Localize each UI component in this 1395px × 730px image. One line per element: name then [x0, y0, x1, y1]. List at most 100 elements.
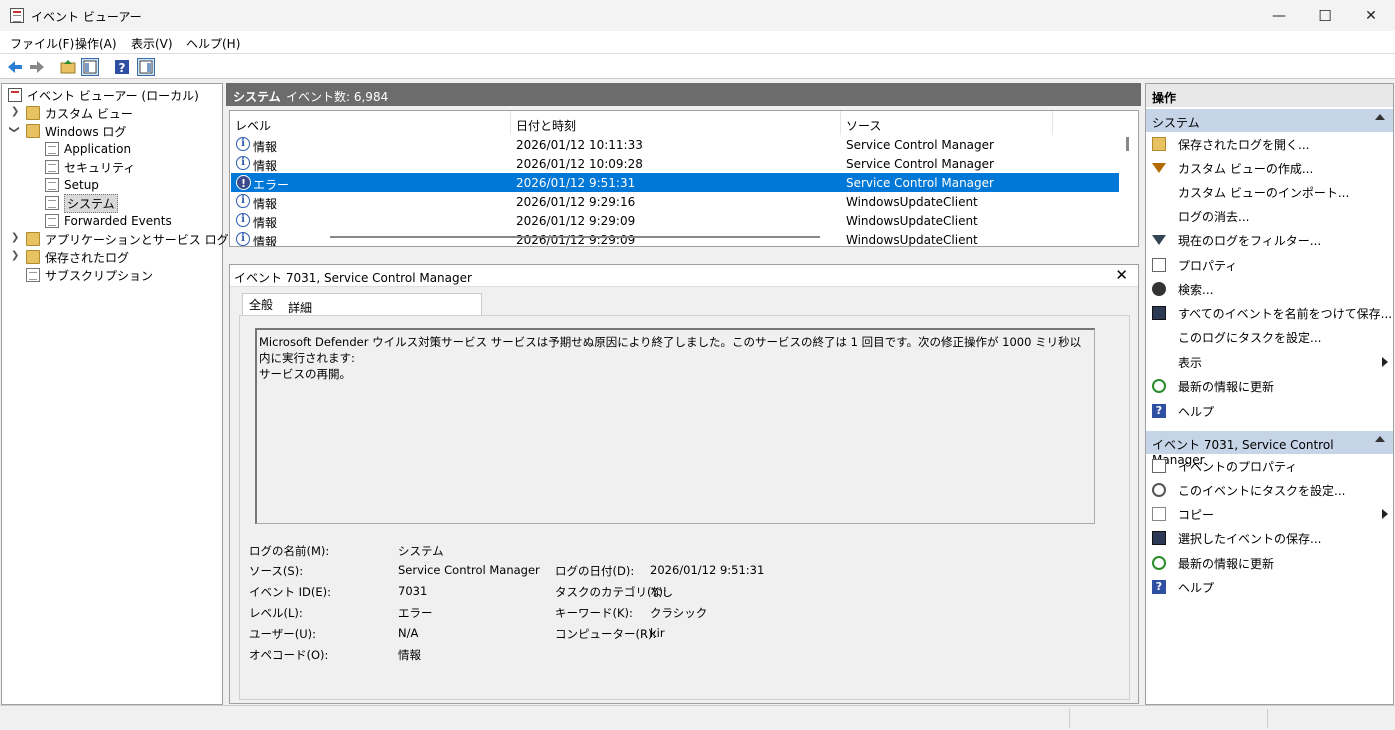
tree-windows-logs[interactable]: Windows ログ — [26, 122, 126, 140]
event-datetime: 2026/01/12 9:29:16 — [516, 195, 636, 209]
maximize-button[interactable]: ☐ — [1302, 0, 1348, 31]
tree-subscriptions[interactable]: サブスクリプション — [26, 266, 153, 284]
value-opcode[interactable]: 情報 — [398, 647, 421, 663]
event-row[interactable]: i 情報 2026/01/12 9:29:16 WindowsUpdateClient — [231, 192, 1119, 211]
menu-action[interactable]: 操作(A) — [75, 35, 117, 52]
find-icon — [1152, 282, 1166, 296]
help-icon[interactable]: ? — [113, 58, 131, 76]
tree-item-setup[interactable]: Setup — [45, 176, 99, 194]
event-row[interactable]: i 情報 2026/01/12 10:11:33 Service Control Ma… — [231, 135, 1119, 154]
tree-root[interactable]: イベント ビューアー (ローカル) — [8, 86, 199, 104]
action-item[interactable]: ? ヘルプ — [1152, 400, 1392, 422]
action-item[interactable]: 検索... — [1152, 278, 1392, 300]
value-event-id[interactable]: 7031 — [398, 584, 427, 598]
log-icon — [45, 142, 59, 156]
help-icon: ? — [1152, 580, 1166, 594]
info-icon: i — [236, 156, 250, 170]
tree-saved-logs[interactable]: 保存されたログ — [26, 248, 129, 266]
action-item[interactable]: カスタム ビューのインポート... — [1152, 181, 1392, 203]
actions-section-event[interactable]: イベント 7031, Service Control Manager — [1146, 431, 1393, 467]
collapse-arrow-icon[interactable]: ❯ — [9, 125, 20, 133]
action-item[interactable]: 現在のログをフィルター... — [1152, 229, 1392, 251]
detail-header: イベント 7031, Service Control Manager ✕ — [230, 265, 1138, 287]
task-icon — [1152, 483, 1166, 497]
action-item[interactable]: イベントのプロパティ — [1152, 455, 1392, 477]
action-item[interactable]: 最新の情報に更新 — [1152, 375, 1392, 397]
action-item[interactable]: プロパティ — [1152, 254, 1392, 276]
value-keywords[interactable]: クラシック — [650, 605, 707, 621]
message-line: サービスの再開。 — [259, 367, 351, 381]
column-header-level[interactable]: レベル — [230, 111, 511, 135]
action-item[interactable]: カスタム ビューの作成... — [1152, 157, 1392, 179]
event-message[interactable]: Microsoft Defender ウイルス対策サービス サービスは予期せぬ原… — [255, 328, 1095, 524]
vertical-scrollbar[interactable] — [1126, 137, 1129, 151]
column-header-source[interactable]: ソース — [841, 111, 1053, 135]
toolbar: ? — [0, 53, 1395, 79]
action-item[interactable]: ? ヘルプ — [1152, 576, 1392, 598]
action-item[interactable]: 最新の情報に更新 — [1152, 552, 1392, 574]
actions-section-system[interactable]: システム — [1146, 109, 1393, 132]
show-hide-tree-icon[interactable] — [81, 58, 99, 76]
tab-general[interactable]: 全般 — [242, 293, 482, 315]
expand-arrow-icon[interactable]: ❯ — [11, 232, 19, 243]
action-item[interactable]: すべてのイベントを名前をつけて保存... — [1152, 302, 1392, 324]
event-row[interactable]: i 情報 2026/01/12 9:29:09 WindowsUpdateClient — [231, 230, 1119, 246]
action-item[interactable]: コピー — [1152, 503, 1392, 525]
tree-item-application[interactable]: Application — [45, 140, 131, 158]
event-datetime: 2026/01/12 10:09:28 — [516, 157, 643, 171]
collapse-up-icon[interactable] — [1375, 114, 1385, 120]
close-button[interactable]: ✕ — [1348, 0, 1394, 31]
minimize-button[interactable]: — — [1256, 0, 1302, 31]
action-item[interactable]: ログの消去... — [1152, 205, 1392, 227]
event-row[interactable]: ! エラー 2026/01/12 9:51:31 Service Control Ma… — [231, 173, 1119, 192]
value-logged[interactable]: 2026/01/12 9:51:31 — [650, 563, 764, 577]
event-level: 情報 — [253, 216, 278, 230]
menu-help[interactable]: ヘルプ(H) — [186, 35, 240, 52]
expand-arrow-icon[interactable]: ❯ — [11, 250, 19, 261]
value-user[interactable]: N/A — [398, 626, 418, 640]
tree-item-forwarded-events[interactable]: Forwarded Events — [45, 212, 172, 230]
close-detail-icon[interactable]: ✕ — [1115, 266, 1128, 284]
forward-icon[interactable] — [28, 58, 46, 76]
info-icon: i — [236, 232, 250, 246]
event-row[interactable]: i 情報 2026/01/12 9:29:09 WindowsUpdateClient — [231, 211, 1119, 230]
open-folder-icon[interactable] — [59, 58, 77, 76]
back-icon[interactable] — [6, 58, 24, 76]
horizontal-scrollbar[interactable] — [330, 236, 820, 238]
event-level: 情報 — [253, 197, 278, 211]
label-computer: コンピューター(R): — [555, 627, 657, 641]
action-item[interactable]: このイベントにタスクを設定... — [1152, 479, 1392, 501]
tree-app-service-logs[interactable]: アプリケーションとサービス ログ — [26, 230, 229, 248]
action-item[interactable]: 保存されたログを開く... — [1152, 133, 1392, 155]
tab-details[interactable]: 詳細 — [282, 295, 318, 317]
tree-item-system[interactable]: システム — [45, 193, 118, 213]
show-hide-actions-icon[interactable] — [137, 58, 155, 76]
value-level[interactable]: エラー — [398, 605, 433, 621]
folder-icon — [26, 106, 40, 120]
tree-custom-views[interactable]: カスタム ビュー — [26, 104, 133, 122]
blank-icon — [1152, 330, 1166, 344]
tree-item-security[interactable]: セキュリティ — [45, 158, 135, 176]
event-datetime: 2026/01/12 9:51:31 — [516, 176, 636, 190]
action-label: プロパティ — [1178, 258, 1238, 273]
blank-icon — [1152, 209, 1166, 223]
action-label: カスタム ビューのインポート... — [1178, 185, 1350, 200]
save-icon — [1152, 306, 1166, 320]
action-item[interactable]: 選択したイベントの保存... — [1152, 527, 1392, 549]
value-log-name[interactable]: システム — [398, 543, 444, 559]
refresh-icon — [1152, 379, 1166, 393]
value-task-category[interactable]: なし — [650, 584, 673, 600]
event-row[interactable]: i 情報 2026/01/12 10:09:28 Service Control Ma… — [231, 154, 1119, 173]
event-level: エラー — [253, 178, 290, 192]
expand-arrow-icon[interactable]: ❯ — [11, 106, 19, 117]
action-label: コピー — [1178, 507, 1215, 522]
detail-title: イベント 7031, Service Control Manager — [234, 271, 472, 285]
action-item[interactable]: このログにタスクを設定... — [1152, 326, 1392, 348]
collapse-up-icon[interactable] — [1375, 436, 1385, 442]
value-source[interactable]: Service Control Manager — [398, 563, 540, 577]
menu-file[interactable]: ファイル(F) — [10, 35, 74, 52]
column-header-datetime[interactable]: 日付と時刻 — [511, 111, 841, 135]
menu-view[interactable]: 表示(V) — [131, 35, 173, 52]
action-item[interactable]: 表示 — [1152, 351, 1392, 373]
value-computer[interactable]: kir — [650, 626, 665, 640]
